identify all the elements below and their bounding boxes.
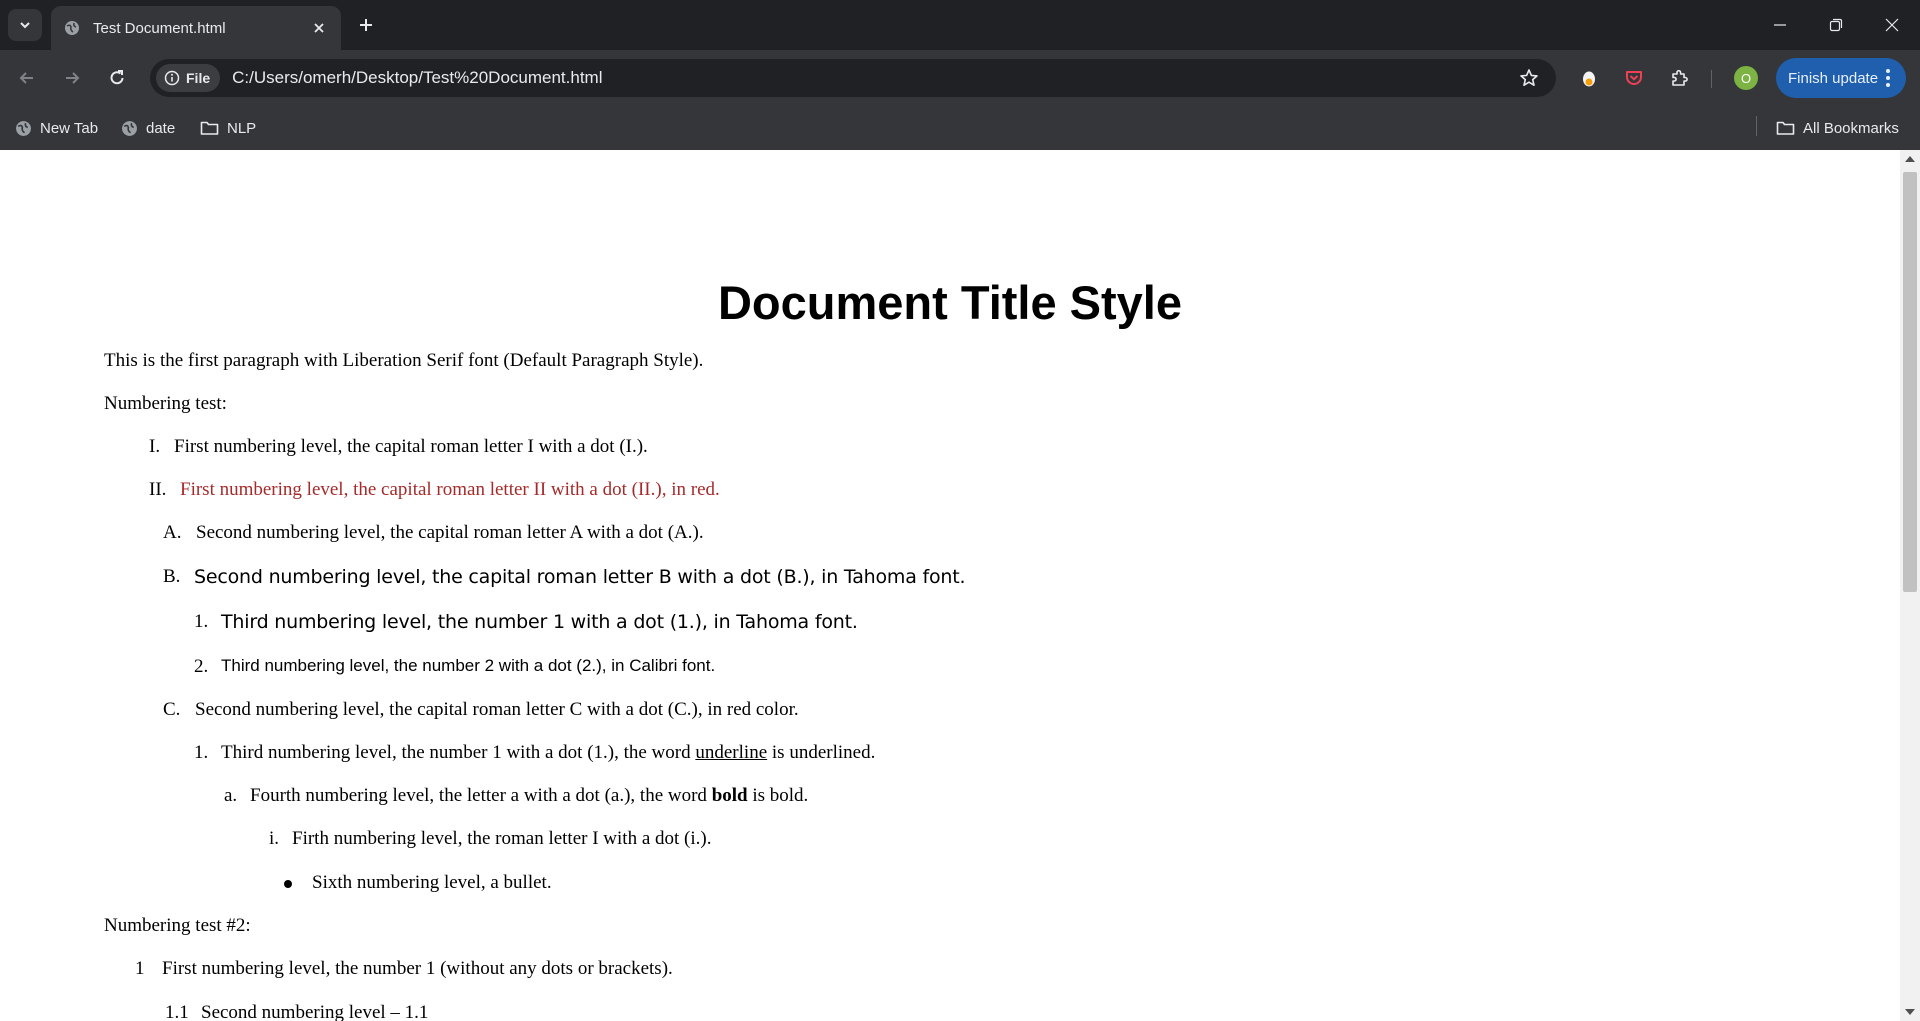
arrow-left-icon bbox=[19, 72, 33, 84]
close-icon bbox=[1885, 18, 1899, 32]
bullet-marker bbox=[284, 880, 292, 888]
toolbar: File C:/Users/omerh/Desktop/Test%20Docum… bbox=[0, 50, 1920, 106]
list-item: Firth numbering level, the roman letter … bbox=[292, 828, 712, 849]
back-button[interactable] bbox=[10, 61, 44, 95]
list-marker: 1.1 bbox=[165, 1002, 189, 1021]
document-title: Document Title Style bbox=[717, 276, 1182, 329]
bookmark-folder-nlp[interactable]: NLP bbox=[200, 116, 256, 140]
list-marker: 1 bbox=[135, 958, 145, 979]
list-item: Second numbering level – 1.1 bbox=[201, 1002, 429, 1021]
reload-icon bbox=[110, 70, 124, 85]
bookmark-new-tab[interactable]: New Tab bbox=[15, 116, 98, 140]
folder-icon bbox=[200, 121, 219, 135]
list-item: Third numbering level, the number 1 with… bbox=[221, 742, 875, 764]
list-marker: a. bbox=[224, 785, 238, 806]
close-icon bbox=[314, 23, 324, 33]
underlined-word: underline bbox=[695, 742, 768, 763]
url-text[interactable]: C:/Users/omerh/Desktop/Test%20Document.h… bbox=[232, 68, 1512, 88]
more-menu-icon bbox=[1880, 69, 1896, 87]
puzzle-icon bbox=[1672, 69, 1688, 86]
arrow-right-icon bbox=[66, 72, 80, 84]
list-marker: 1. bbox=[194, 742, 209, 763]
scroll-down-arrow[interactable] bbox=[1905, 1009, 1915, 1015]
intro-paragraph: This is the first paragraph with Liberat… bbox=[104, 350, 704, 371]
globe-icon bbox=[63, 19, 81, 37]
tab-close-button[interactable] bbox=[307, 16, 331, 40]
plus-icon bbox=[360, 19, 372, 31]
chevron-down-icon bbox=[20, 22, 30, 29]
globe-icon bbox=[16, 120, 31, 136]
toolbar-separator bbox=[1711, 70, 1712, 88]
list-item-text: Fourth numbering level, the letter a wit… bbox=[250, 785, 712, 806]
list-item: Fourth numbering level, the letter a wit… bbox=[250, 785, 808, 807]
new-tab-button[interactable] bbox=[352, 11, 380, 39]
list-item-text: is underlined. bbox=[767, 742, 876, 763]
forward-button[interactable] bbox=[55, 61, 89, 95]
list-item: Sixth numbering level, a bullet. bbox=[312, 872, 552, 893]
tab-search-button[interactable] bbox=[8, 9, 42, 41]
numbering-test-label: Numbering test: bbox=[104, 393, 227, 414]
bookmarks-bar: New Tab date NLP All Bookmarks bbox=[0, 106, 1920, 150]
finish-update-button[interactable]: Finish update bbox=[1776, 58, 1906, 98]
extension-button[interactable] bbox=[1575, 64, 1603, 92]
extension-egg-icon bbox=[1583, 71, 1595, 87]
info-icon bbox=[164, 70, 180, 86]
bookmark-date[interactable]: date bbox=[121, 116, 175, 140]
tab-strip: Test Document.html bbox=[0, 0, 1920, 50]
tab-title: Test Document.html bbox=[93, 19, 226, 37]
star-icon bbox=[1520, 69, 1538, 86]
page-content: Document Title Style This is the first p… bbox=[0, 150, 1900, 1021]
bookmarks-separator bbox=[1756, 116, 1757, 136]
bookmark-label: New Tab bbox=[40, 119, 99, 137]
list-item: Third numbering level, the number 1 with… bbox=[221, 611, 858, 633]
window-controls bbox=[1752, 0, 1920, 50]
list-item: Second numbering level, the capital roma… bbox=[196, 522, 704, 543]
close-window-button[interactable] bbox=[1864, 0, 1920, 50]
list-marker: i. bbox=[269, 828, 280, 849]
list-item-text: Third numbering level, the number 1 with… bbox=[221, 742, 696, 763]
all-bookmarks-button[interactable]: All Bookmarks bbox=[1776, 116, 1899, 140]
scrollbar-thumb[interactable] bbox=[1903, 172, 1917, 592]
finish-update-label: Finish update bbox=[1788, 69, 1879, 87]
list-item: Second numbering level, the capital roma… bbox=[194, 566, 966, 588]
list-item-text: is bold. bbox=[747, 785, 809, 806]
list-marker: II. bbox=[149, 479, 167, 500]
tab-active[interactable]: Test Document.html bbox=[51, 6, 341, 50]
site-chip-label: File bbox=[186, 70, 211, 86]
list-marker: A. bbox=[163, 522, 182, 543]
globe-icon bbox=[122, 120, 137, 136]
pocket-button[interactable] bbox=[1620, 64, 1648, 92]
restore-button[interactable] bbox=[1808, 0, 1864, 50]
minimize-icon bbox=[1774, 24, 1786, 26]
address-bar[interactable]: File C:/Users/omerh/Desktop/Test%20Docum… bbox=[150, 59, 1556, 97]
list-marker: B. bbox=[163, 566, 181, 587]
restore-icon bbox=[1829, 18, 1843, 32]
page-scrollbar[interactable] bbox=[1900, 150, 1920, 1021]
list-marker: I. bbox=[149, 436, 161, 457]
list-marker: 1. bbox=[194, 611, 209, 632]
bold-word: bold bbox=[711, 785, 748, 806]
list-marker: 2. bbox=[194, 656, 209, 677]
profile-avatar[interactable]: O bbox=[1734, 66, 1758, 90]
list-item: First numbering level, the number 1 (wit… bbox=[162, 958, 673, 979]
site-info-chip[interactable]: File bbox=[156, 64, 221, 92]
scroll-up-arrow[interactable] bbox=[1905, 156, 1915, 162]
bookmark-label: NLP bbox=[227, 119, 257, 137]
all-bookmarks-label: All Bookmarks bbox=[1803, 119, 1899, 137]
list-marker: C. bbox=[163, 699, 181, 720]
extensions-menu-button[interactable] bbox=[1665, 64, 1693, 92]
folder-icon bbox=[1776, 121, 1795, 135]
pocket-icon bbox=[1626, 71, 1642, 85]
list-item: Second numbering level, the capital roma… bbox=[195, 699, 799, 720]
bookmark-star-button[interactable] bbox=[1512, 61, 1546, 95]
list-item: First numbering level, the capital roman… bbox=[180, 479, 720, 500]
reload-button[interactable] bbox=[100, 61, 134, 95]
numbering-test-2-label: Numbering test #2: bbox=[104, 915, 251, 936]
list-item: Third numbering level, the number 2 with… bbox=[221, 656, 716, 675]
minimize-button[interactable] bbox=[1752, 0, 1808, 50]
list-item: First numbering level, the capital roman… bbox=[174, 436, 648, 457]
bookmark-label: date bbox=[146, 119, 176, 137]
